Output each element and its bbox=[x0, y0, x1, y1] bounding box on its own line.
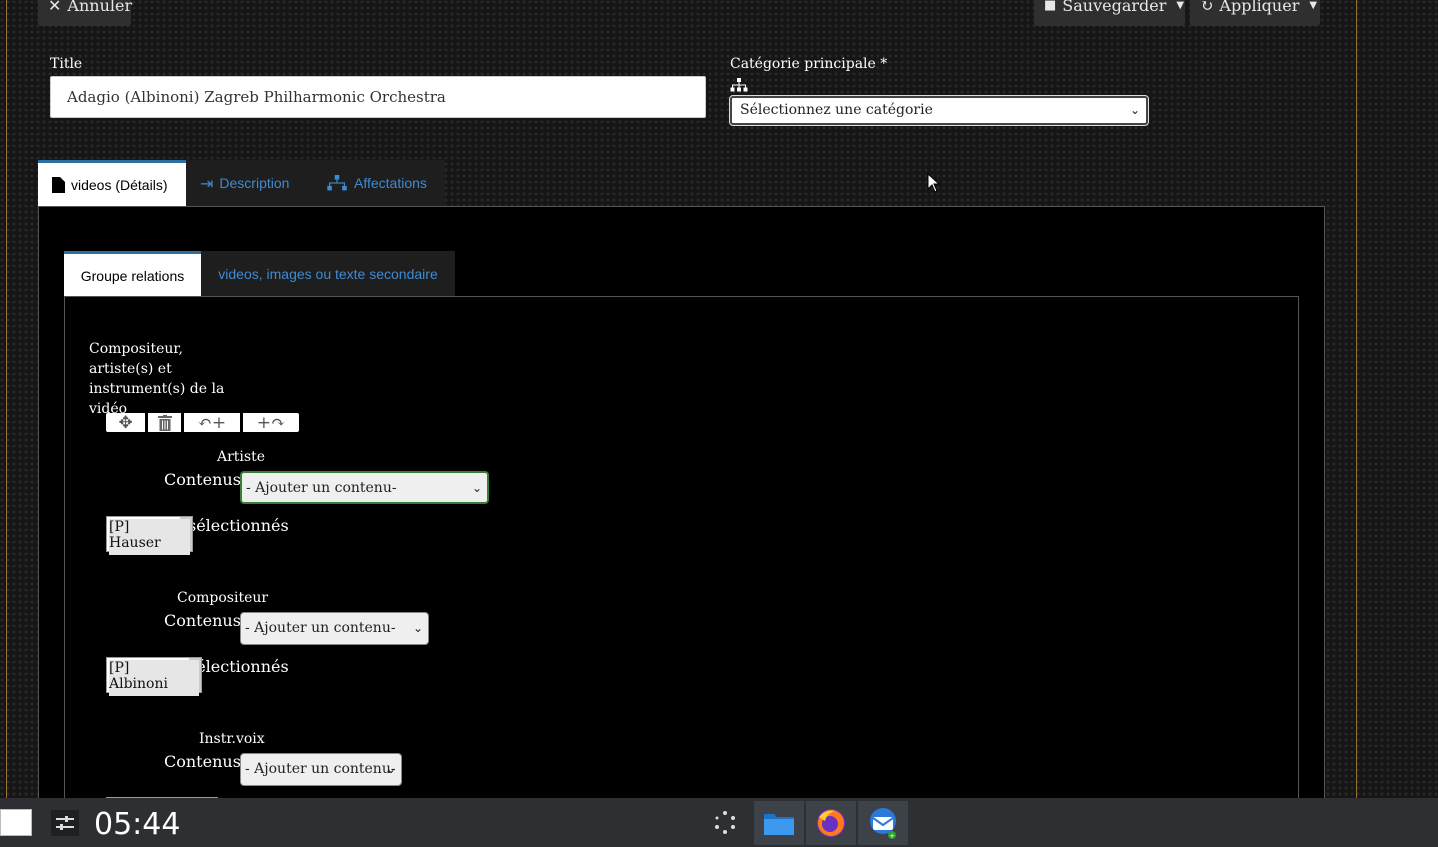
svg-text:+: + bbox=[889, 832, 895, 840]
apply-button[interactable]: ↻ Appliquer ▼ bbox=[1190, 0, 1320, 26]
firefox-icon[interactable] bbox=[806, 801, 856, 845]
compositeur-selected-list[interactable]: [P] Albinoni bbox=[106, 657, 202, 696]
contenus-label: Contenus bbox=[164, 611, 241, 630]
tab-groupe-relations[interactable]: Groupe relations bbox=[64, 251, 201, 297]
field-label-artiste: Artiste bbox=[217, 449, 266, 465]
selected-label: sélectionnés bbox=[188, 516, 289, 535]
selected-label: sélectionnés bbox=[188, 657, 289, 676]
compositeur-add-select[interactable]: - Ajouter un contenu- ⌄ bbox=[240, 612, 429, 645]
field-label-instr-voix: Instr.voix bbox=[199, 731, 265, 747]
sitemap-icon bbox=[730, 78, 748, 92]
add-after-icon[interactable]: + ↷ bbox=[239, 413, 299, 433]
save-button[interactable]: ■ Sauvegarder ▼ bbox=[1034, 0, 1185, 26]
contenus-label: Contenus bbox=[164, 752, 241, 771]
chevron-down-icon: ⌄ bbox=[385, 762, 396, 776]
cancel-button[interactable]: ✕ Annuler bbox=[38, 0, 132, 26]
clock: 05:44 bbox=[94, 807, 181, 842]
move-icon[interactable]: ✥ bbox=[106, 413, 145, 433]
caret-down-icon[interactable]: ▼ bbox=[1176, 0, 1184, 12]
close-icon: ✕ bbox=[48, 0, 62, 15]
list-item[interactable]: [P] Hauser bbox=[109, 519, 190, 555]
pager-icon[interactable] bbox=[700, 801, 750, 845]
artiste-add-select[interactable]: - Ajouter un contenu- ⌄ bbox=[240, 471, 489, 504]
artiste-selected-list[interactable]: [P] Hauser bbox=[106, 516, 193, 555]
file-icon bbox=[52, 176, 65, 193]
add-before-icon[interactable]: ↶ + bbox=[180, 413, 240, 433]
chevron-down-icon: ⌄ bbox=[471, 481, 482, 495]
file-manager-icon[interactable] bbox=[754, 801, 804, 845]
list-item[interactable]: [P] Albinoni bbox=[109, 660, 199, 696]
frame-border-left bbox=[6, 0, 7, 798]
thunderbird-icon[interactable]: + bbox=[858, 801, 908, 845]
title-label: Title bbox=[50, 56, 83, 72]
title-input[interactable]: Adagio (Albinoni) Zagreb Philharmonic Or… bbox=[50, 76, 706, 118]
field-label-compositeur: Compositeur bbox=[177, 590, 269, 606]
lock-icon: ■ bbox=[1044, 0, 1057, 13]
instr-voix-add-select[interactable]: - Ajouter un contenu- ⌄ bbox=[240, 753, 402, 786]
refresh-icon: ↻ bbox=[1200, 0, 1214, 15]
chevron-down-icon: ⌄ bbox=[1129, 103, 1140, 117]
show-desktop-icon[interactable] bbox=[0, 809, 32, 836]
category-label: Catégorie principale * bbox=[730, 56, 888, 72]
trash-icon[interactable] bbox=[145, 413, 180, 432]
group-description: Compositeur, artiste(s) et instrument(s)… bbox=[89, 341, 225, 417]
sliders-icon[interactable] bbox=[51, 810, 79, 836]
tab-secondary-content[interactable]: videos, images ou texte secondaire bbox=[201, 251, 455, 297]
subtab-panel bbox=[64, 296, 1299, 806]
repeatable-toolbar: ✥ ↶ + + ↷ bbox=[106, 413, 299, 433]
caret-down-icon[interactable]: ▼ bbox=[1309, 0, 1317, 12]
chevron-down-icon: ⌄ bbox=[412, 621, 423, 635]
tab-videos-details[interactable]: videos (Détails) bbox=[38, 160, 186, 206]
sitemap-icon bbox=[327, 175, 347, 191]
contenus-label: Contenus bbox=[164, 470, 241, 489]
tab-description[interactable]: ⇥ Description bbox=[186, 160, 312, 206]
sign-in-icon: ⇥ bbox=[200, 173, 214, 193]
category-select[interactable]: Sélectionnez une catégorie ⌄ bbox=[729, 95, 1149, 126]
mouse-cursor-icon bbox=[927, 173, 941, 193]
frame-border-right bbox=[1356, 0, 1357, 798]
tab-affectations[interactable]: Affectations bbox=[312, 160, 445, 206]
